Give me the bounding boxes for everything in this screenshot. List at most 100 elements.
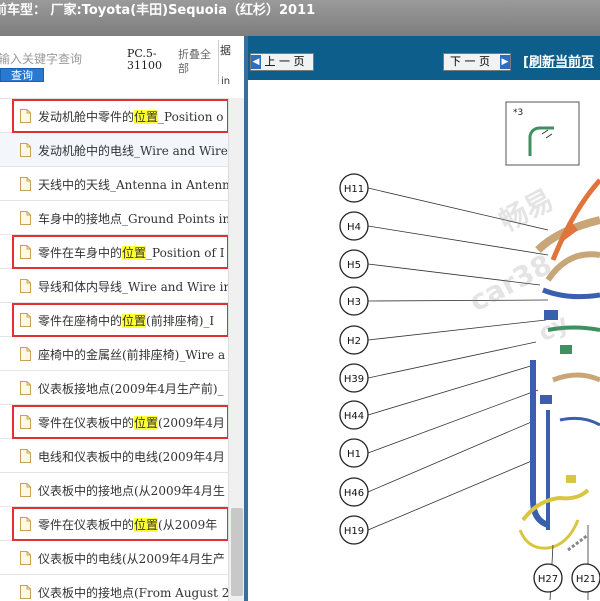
list-item[interactable]: 座椅中的金属丝(前排座椅)_Wire a bbox=[0, 337, 228, 371]
highlight-frame bbox=[12, 303, 228, 337]
column-divider bbox=[218, 40, 219, 84]
list-item-text: 导线和体内导线_Wire and Wire in bbox=[38, 280, 228, 294]
wiring-diagram: *3 H11 H4 H5 H3 H2 H39 H44 H1 H46 H19 H2… bbox=[248, 80, 600, 601]
harness-clip-chain bbox=[567, 533, 589, 552]
connector-label: H2 bbox=[347, 336, 361, 347]
document-icon bbox=[20, 381, 31, 395]
wiring-diagram-canvas: *3 H11H4H5H3H2H39H44H1H46H19H27 H21 畅易 c… bbox=[339, 101, 600, 601]
connector-label: H1 bbox=[347, 449, 361, 460]
document-icon bbox=[20, 279, 31, 293]
document-icon bbox=[20, 551, 31, 565]
search-button[interactable]: 查询 bbox=[0, 68, 44, 82]
highlight-frame bbox=[12, 507, 228, 541]
list-item[interactable]: 仪表板中的电线(从2009年4月生产 bbox=[0, 541, 228, 575]
left-panel: 查询 PC.5-31100 折叠全部 据 in 发动机舱中零件的位置_Posit… bbox=[0, 36, 244, 601]
list-item-text: 电线和仪表板中的电线(2009年4月 bbox=[38, 450, 225, 464]
connector-label: H11 bbox=[344, 184, 364, 195]
document-icon bbox=[20, 211, 31, 225]
list-item[interactable]: 天线中的天线_Antenna in Antenn bbox=[0, 167, 228, 201]
connector-block-2 bbox=[560, 345, 572, 354]
connector-label: H46 bbox=[344, 488, 364, 499]
leader-line bbox=[367, 299, 549, 302]
list-item-label: 仪表板中的接地点(From August 2 bbox=[38, 584, 228, 601]
arrow-right-icon: ▶ bbox=[500, 55, 510, 69]
prev-page-label: 上 一 页 bbox=[264, 55, 305, 68]
list-scrollbar[interactable] bbox=[228, 98, 244, 601]
document-icon bbox=[20, 585, 31, 599]
leader-lines bbox=[367, 187, 549, 531]
document-list: 发动机舱中零件的位置_Position o 发动机舱中的电线_Wire and W… bbox=[0, 98, 228, 601]
list-item-text: 发动机舱中的电线_Wire and Wire bbox=[38, 144, 228, 158]
list-item-label: 仪表板中的电线(从2009年4月生产 bbox=[38, 550, 225, 567]
watermark-text-3: cy bbox=[534, 308, 574, 347]
harness-blue-top bbox=[542, 287, 600, 300]
highlight-frame bbox=[12, 235, 228, 269]
search-area: 查询 PC.5-31100 折叠全部 据 in bbox=[0, 36, 244, 98]
connector-label: H39 bbox=[344, 374, 364, 385]
highlight-frame bbox=[12, 99, 228, 133]
leader-line bbox=[367, 319, 547, 341]
list-item-text: 仪表板中的电线(从2009年4月生产 bbox=[38, 552, 225, 566]
refresh-page-link[interactable]: [刷新当前页 bbox=[523, 51, 594, 70]
column-stub-label-2: in bbox=[221, 76, 231, 87]
next-page-label: 下 一 页 bbox=[450, 55, 490, 68]
list-item-label: 天线中的天线_Antenna in Antenn bbox=[38, 176, 228, 193]
prev-page-button[interactable]: ◀ 上 一 页 bbox=[250, 53, 314, 71]
title-bar: 前车型： 厂家:Toyota(丰田)Sequoia（红杉）2011 bbox=[0, 0, 600, 36]
connector-label: H5 bbox=[347, 260, 361, 271]
list-item[interactable]: 仪表板中的接地点(From August 2 bbox=[0, 575, 228, 601]
list-item-label: 座椅中的金属丝(前排座椅)_Wire a bbox=[38, 346, 225, 363]
connector-label: H21 bbox=[576, 574, 596, 585]
list-item-label: 发动机舱中的电线_Wire and Wire bbox=[38, 142, 228, 159]
list-item-text: 天线中的天线_Antenna in Antenn bbox=[38, 178, 228, 192]
column-stub-label: 据 bbox=[220, 44, 231, 57]
scrollbar-thumb[interactable] bbox=[231, 508, 243, 596]
watermark-text-2: car38 bbox=[464, 248, 557, 319]
list-item-text: 仪表板中的接地点(From August 2 bbox=[38, 586, 228, 600]
leader-line bbox=[367, 419, 537, 493]
list-item-label: 电线和仪表板中的电线(2009年4月 bbox=[38, 448, 225, 465]
connector-label: H4 bbox=[347, 222, 361, 233]
list-item-label: 导线和体内导线_Wire and Wire in bbox=[38, 278, 228, 295]
list-item-text: 座椅中的金属丝(前排座椅)_Wire a bbox=[38, 348, 226, 362]
leader-line bbox=[367, 389, 539, 454]
list-item-label: 仪表板中的接地点(从2009年4月生 bbox=[38, 482, 225, 499]
inset-detail bbox=[541, 129, 553, 139]
connector-label: H3 bbox=[347, 297, 361, 308]
document-icon bbox=[20, 347, 31, 361]
inset-connector bbox=[528, 126, 554, 156]
connector-label: H27 bbox=[538, 574, 558, 585]
list-item[interactable]: 导线和体内导线_Wire and Wire in bbox=[0, 269, 228, 303]
leader-line bbox=[367, 459, 535, 531]
search-input[interactable] bbox=[0, 50, 118, 68]
connector-block-3 bbox=[540, 395, 552, 404]
harness-assembly bbox=[518, 178, 600, 601]
list-item[interactable]: 电线和仪表板中的电线(2009年4月 bbox=[0, 439, 228, 473]
pc-code-label: PC.5-31100 bbox=[127, 47, 162, 72]
list-item-text: 仪表板接地点(2009年4月生产前)_ bbox=[38, 382, 224, 396]
next-page-button[interactable]: 下 一 页 ▶ bbox=[443, 53, 511, 71]
list-item-label: 仪表板接地点(2009年4月生产前)_ bbox=[38, 380, 224, 397]
document-viewer: ◀ 上 一 页 下 一 页 ▶ [刷新当前页 *3 H11 H4 H5 H3 H… bbox=[248, 36, 600, 601]
list-item[interactable]: 车身中的接地点_Ground Points in bbox=[0, 201, 228, 235]
list-item[interactable]: 仪表板接地点(2009年4月生产前)_ bbox=[0, 371, 228, 405]
harness-blue-lower bbox=[559, 416, 600, 427]
list-item[interactable]: 发动机舱中的电线_Wire and Wire bbox=[0, 133, 228, 167]
list-item-text: 车身中的接地点_Ground Points in bbox=[38, 212, 228, 226]
document-icon bbox=[20, 177, 31, 191]
window-title: 前车型： 厂家:Toyota(丰田)Sequoia（红杉）2011 bbox=[0, 3, 316, 18]
list-item[interactable]: 仪表板中的接地点(从2009年4月生 bbox=[0, 473, 228, 507]
document-icon bbox=[20, 449, 31, 463]
highlight-frame bbox=[12, 405, 228, 439]
inset-label: *3 bbox=[513, 108, 523, 118]
document-icon bbox=[20, 483, 31, 497]
connector-block-4 bbox=[566, 475, 576, 483]
list-item-label: 车身中的接地点_Ground Points in bbox=[38, 210, 228, 227]
list-item-text: 仪表板中的接地点(从2009年4月生 bbox=[38, 484, 225, 498]
leader-line bbox=[367, 341, 537, 379]
document-icon bbox=[20, 143, 31, 157]
harness-tan-lower bbox=[552, 372, 600, 383]
viewer-toolbar: ◀ 上 一 页 下 一 页 ▶ [刷新当前页 bbox=[248, 36, 600, 80]
collapse-all-button[interactable]: 折叠全部 bbox=[178, 48, 218, 76]
app-window: 前车型： 厂家:Toyota(丰田)Sequoia（红杉）2011 查询 PC.… bbox=[0, 0, 600, 601]
